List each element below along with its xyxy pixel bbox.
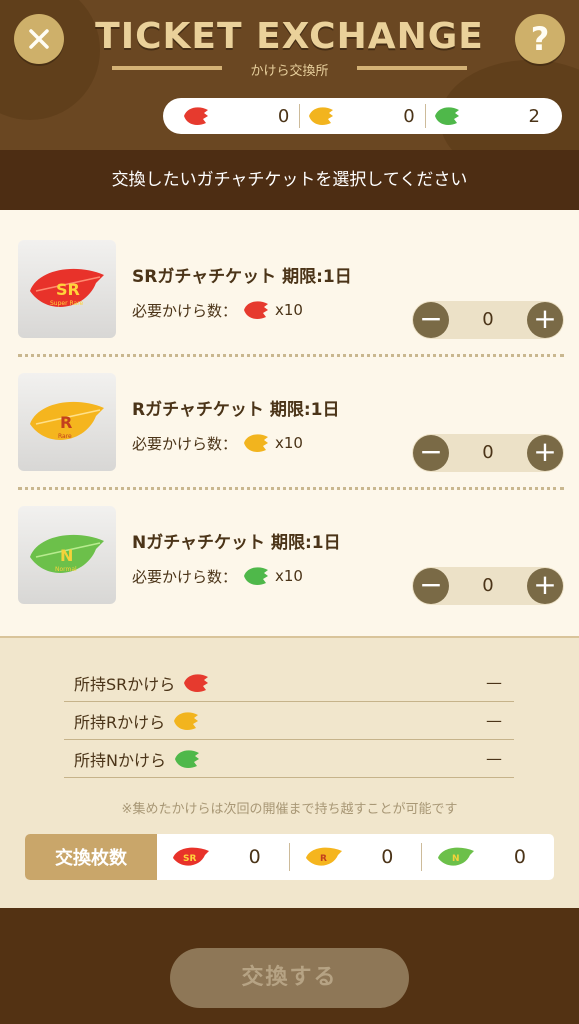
instruction-banner: 交換したいガチャチケットを選択してください xyxy=(0,150,579,210)
owned-label-text: 所持SRかけら xyxy=(74,674,176,694)
decrement-button[interactable]: − xyxy=(413,568,449,604)
balance-value: 0 xyxy=(277,105,290,127)
red-leaf-fragment-icon xyxy=(184,107,208,125)
requirement-qty: x10 xyxy=(275,567,303,585)
owned-n-row: 所持Nかけら — xyxy=(64,740,514,778)
quantity-value: 0 xyxy=(482,442,494,463)
ticket-thumbnail: SR Super Rare xyxy=(18,240,116,338)
decrement-button[interactable]: − xyxy=(413,435,449,471)
footer: 交換する xyxy=(0,908,579,1024)
svg-text:N: N xyxy=(452,854,460,864)
svg-text:R: R xyxy=(60,413,72,432)
ticket-requirement: 必要かけら数： x10 xyxy=(132,431,303,455)
requirement-label: 必要かけら数： xyxy=(132,301,238,320)
quantity-value: 0 xyxy=(482,575,494,596)
quantity-value: 0 xyxy=(482,309,494,330)
svg-text:Normal: Normal xyxy=(55,566,77,573)
balance-n: 2 xyxy=(426,104,550,128)
carryover-note: ※集めたかけらは次回の開催まで持ち越すことが可能です xyxy=(121,802,458,817)
svg-text:R: R xyxy=(320,854,327,864)
exchange-count-value: 0 xyxy=(248,846,261,868)
ticket-name: Nガチャチケット 期限:1日 xyxy=(132,533,341,553)
quantity-stepper: − 0 + xyxy=(412,567,564,605)
exchange-count-label: 交換枚数 xyxy=(25,834,157,880)
sr-leaf-ticket-icon: SR Super Rare xyxy=(30,268,104,307)
ticket-name: SRガチャチケット 期限:1日 xyxy=(132,267,352,287)
ticket-thumbnail: R Rare xyxy=(18,373,116,471)
owned-r-row: 所持Rかけら — xyxy=(64,702,514,740)
header: ? TICKET EXCHANGE かけら交換所 0 0 2 xyxy=(0,0,579,150)
owned-value: — xyxy=(486,673,502,692)
yellow-leaf-fragment-icon xyxy=(309,107,334,125)
ticket-requirement: 必要かけら数： x10 xyxy=(132,564,303,588)
ticket-list: SR Super Rare SRガチャチケット 期限:1日 必要かけら数： x1… xyxy=(0,210,579,636)
owned-label: 所持SRかけら xyxy=(74,671,211,695)
ticket-item-n: N Normal Nガチャチケット 期限:1日 必要かけら数： x10 − 0 … xyxy=(0,476,579,608)
balance-value: 2 xyxy=(528,105,540,127)
subtitle-rule-right xyxy=(357,66,467,70)
subtitle-row: かけら交換所 xyxy=(112,60,467,79)
increment-button[interactable]: + xyxy=(527,302,563,338)
exchange-count-n: N 0 xyxy=(422,843,554,871)
red-leaf-fragment-icon xyxy=(244,301,269,319)
svg-text:Super Rare: Super Rare xyxy=(50,300,84,307)
green-leaf-fragment-icon xyxy=(174,749,199,768)
requirement-qty: x10 xyxy=(275,301,303,319)
exchange-count-sr: SR 0 xyxy=(157,843,290,871)
quantity-stepper: − 0 + xyxy=(412,301,564,339)
requirement-label: 必要かけら数： xyxy=(132,434,238,453)
requirement-qty: x10 xyxy=(275,434,303,452)
yellow-leaf-fragment-icon xyxy=(244,434,269,452)
svg-text:N: N xyxy=(60,546,73,565)
exchange-count-bar: 交換枚数 SR 0 R 0 N 0 xyxy=(25,834,554,880)
exchange-count-r: R 0 xyxy=(290,843,423,871)
sr-leaf-icon: SR xyxy=(173,847,209,866)
green-leaf-fragment-icon xyxy=(244,567,269,585)
ticket-requirement: 必要かけら数： x10 xyxy=(132,298,303,322)
ticket-name: Rガチャチケット 期限:1日 xyxy=(132,400,340,420)
svg-text:SR: SR xyxy=(183,854,196,864)
decrement-button[interactable]: − xyxy=(413,302,449,338)
owned-value: — xyxy=(486,711,502,730)
yellow-leaf-fragment-icon xyxy=(174,711,199,730)
requirement-label: 必要かけら数： xyxy=(132,567,238,586)
balance-r: 0 xyxy=(300,104,426,128)
balance-value: 0 xyxy=(403,105,415,127)
increment-button[interactable]: + xyxy=(527,435,563,471)
exchange-button[interactable]: 交換する xyxy=(170,948,409,1008)
exchange-count-value: 0 xyxy=(513,846,527,868)
page-title: TICKET EXCHANGE xyxy=(95,16,484,57)
balance-sr: 0 xyxy=(175,104,301,128)
owned-label-text: 所持Nかけら xyxy=(74,750,166,770)
svg-text:Rare: Rare xyxy=(58,433,72,440)
n-leaf-icon: N xyxy=(438,847,475,866)
n-leaf-ticket-icon: N Normal xyxy=(30,534,104,573)
summary-panel: 所持SRかけら — 所持Rかけら — 所持Nかけら — ※集めたかけらは次回の開… xyxy=(0,636,579,908)
quantity-stepper: − 0 + xyxy=(412,434,564,472)
ticket-thumbnail: N Normal xyxy=(18,506,116,604)
owned-value: — xyxy=(486,749,502,768)
red-leaf-fragment-icon xyxy=(184,673,209,692)
ticket-item-sr: SR Super Rare SRガチャチケット 期限:1日 必要かけら数： x1… xyxy=(0,210,579,342)
r-leaf-ticket-icon: R Rare xyxy=(30,401,104,440)
ticket-item-r: R Rare Rガチャチケット 期限:1日 必要かけら数： x10 − 0 + xyxy=(0,343,579,475)
owned-sr-row: 所持SRかけら — xyxy=(64,664,514,702)
increment-button[interactable]: + xyxy=(527,568,563,604)
owned-label: 所持Nかけら xyxy=(74,747,202,771)
fragment-balance-bar: 0 0 2 xyxy=(163,98,562,134)
exchange-count-value: 0 xyxy=(381,846,394,868)
green-leaf-fragment-icon xyxy=(434,107,459,125)
r-leaf-icon: R xyxy=(305,847,342,866)
owned-label-text: 所持Rかけら xyxy=(74,712,166,732)
svg-text:SR: SR xyxy=(56,280,80,299)
owned-label: 所持Rかけら xyxy=(74,709,201,733)
